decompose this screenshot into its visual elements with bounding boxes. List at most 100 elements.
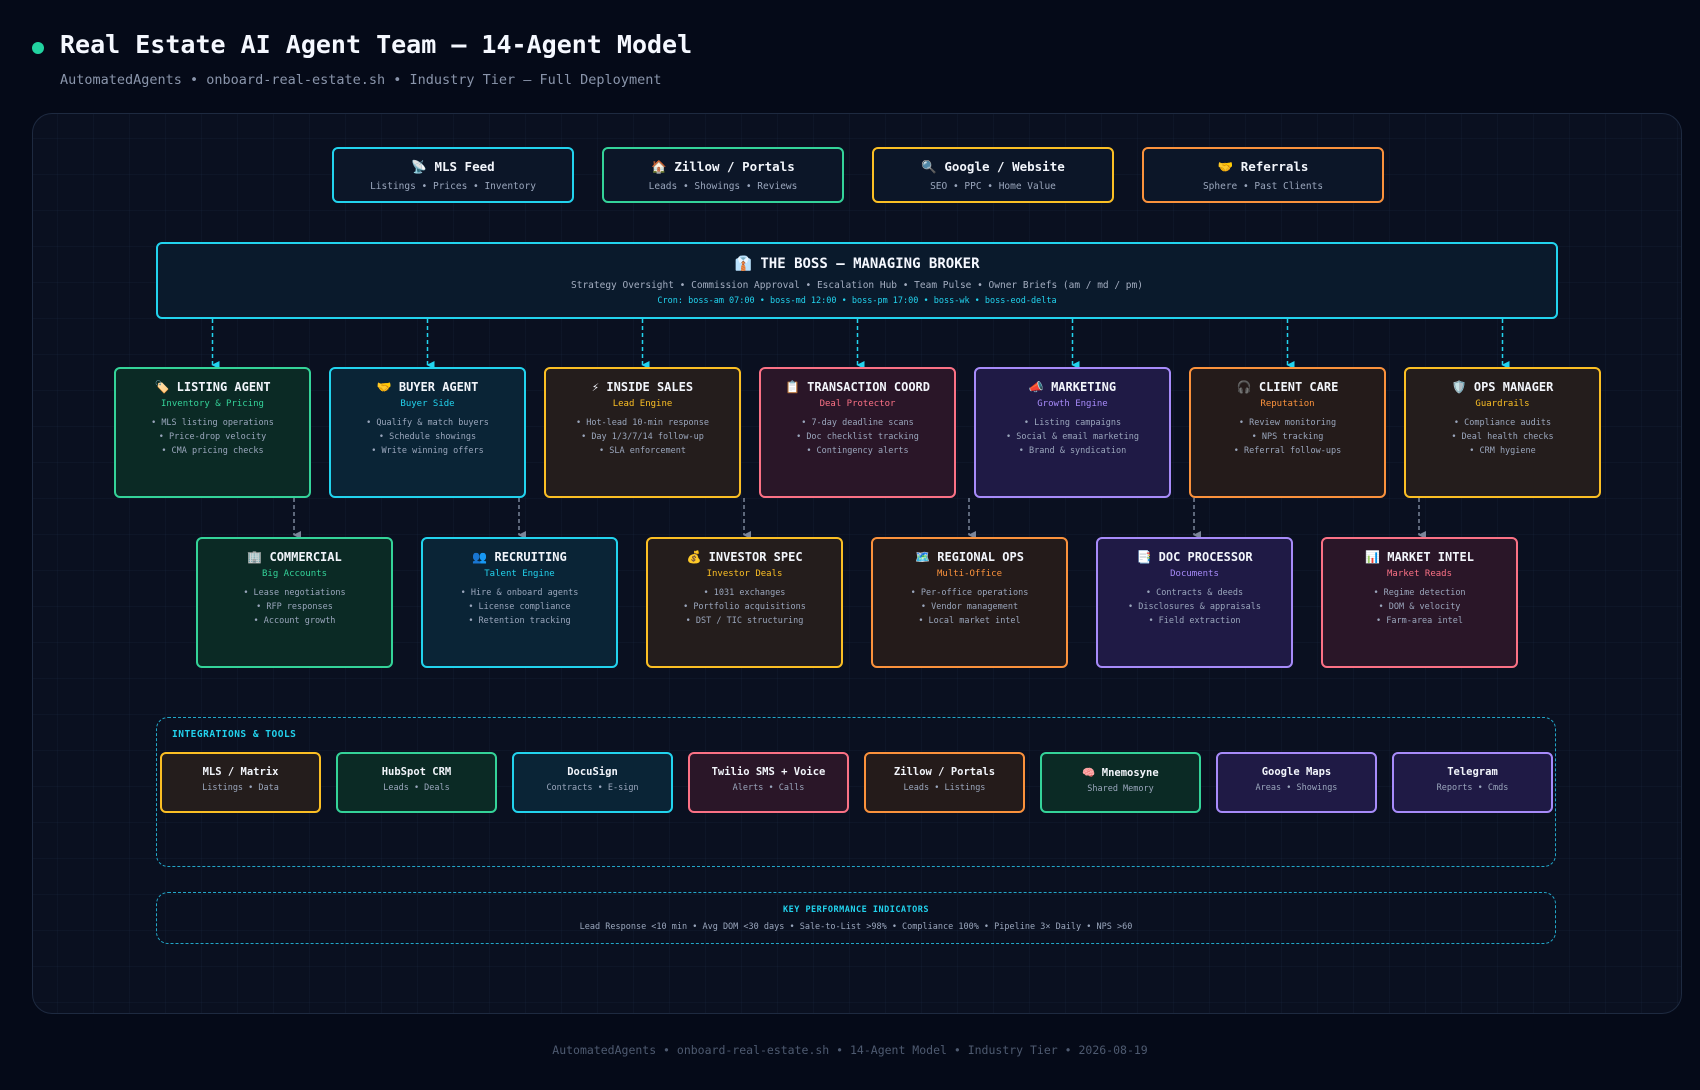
- agent-title: 📑 DOC PROCESSOR: [1098, 550, 1291, 564]
- agent-duty-item: • DOM & velocity: [1378, 602, 1461, 612]
- tool-twilio-sms-voice[interactable]: Twilio SMS + Voice Alerts • Calls: [688, 752, 849, 813]
- tool-title: Zillow / Portals: [866, 766, 1023, 778]
- agent-duty-item: • 1031 exchanges: [703, 588, 786, 598]
- source-zillow-portals[interactable]: 🏠 Zillow / Portals Leads • Showings • Rev…: [602, 147, 844, 203]
- money-bag-icon: 💰: [686, 550, 702, 564]
- agent-card-recruiting[interactable]: 👥 RECRUITING Talent Engine • Hire & onboar…: [421, 537, 618, 668]
- agent-card-commercial[interactable]: 🏢 COMMERCIAL Big Accounts • Lease negotiat…: [196, 537, 393, 668]
- tool-label: MLS / Matrix: [202, 766, 279, 778]
- agent-card-ops-manager[interactable]: 🛡️ OPS MANAGER Guardrails • Compliance aud…: [1404, 367, 1601, 498]
- agent-duty-item: • Contingency alerts: [806, 446, 909, 456]
- source-google-website[interactable]: 🔍 Google / Website SEO • PPC • Home Value: [872, 147, 1114, 203]
- agent-duty-item: • Disclosures & appraisals: [1127, 602, 1262, 612]
- agent-duty-item: • Account growth: [253, 616, 336, 626]
- source-sub: SEO • PPC • Home Value: [930, 181, 1056, 192]
- documents-icon: 📑: [1136, 550, 1152, 564]
- agent-role: Investor Deals: [706, 569, 783, 579]
- agent-card-regional-ops[interactable]: 🗺️ REGIONAL OPS Multi-Office • Per-office …: [871, 537, 1068, 668]
- necktie-icon: 👔: [734, 256, 752, 272]
- agent-duty-item: • MLS listing operations: [151, 418, 274, 428]
- agent-title: 🤝 BUYER AGENT: [331, 380, 524, 394]
- agent-card-client-care[interactable]: 🎧 CLIENT CARE Reputation • Review monitori…: [1189, 367, 1386, 498]
- tool-title: Twilio SMS + Voice: [690, 766, 847, 778]
- tool-mls-matrix[interactable]: MLS / Matrix Listings • Data: [160, 752, 321, 813]
- source-title: 🔍 Google / Website: [874, 159, 1112, 175]
- agent-duty-item: • SLA enforcement: [599, 446, 686, 456]
- tool-sub: Leads • Listings: [903, 783, 986, 793]
- tool-telegram[interactable]: Telegram Reports • Cmds: [1392, 752, 1553, 813]
- agent-title: 🏷️ LISTING AGENT: [116, 380, 309, 394]
- boss-title: 👔 THE BOSS — MANAGING BROKER: [158, 256, 1556, 272]
- agent-duty-item: • Retention tracking: [468, 616, 571, 626]
- agent-card-doc-processor[interactable]: 📑 DOC PROCESSOR Documents • Contracts & de…: [1096, 537, 1293, 668]
- clipboard-icon: 📋: [784, 380, 800, 394]
- source-mls-feed[interactable]: 📡 MLS Feed Listings • Prices • Inventory: [332, 147, 574, 203]
- agent-card-inside-sales[interactable]: ⚡ INSIDE SALES Lead Engine • Hot-lead 10-m…: [544, 367, 741, 498]
- agent-duties: • Hire & onboard agents • License complia…: [423, 586, 616, 628]
- map-icon: 🗺️: [915, 550, 930, 564]
- agent-role: Big Accounts: [261, 569, 328, 579]
- tool-google-maps[interactable]: Google Maps Areas • Showings: [1216, 752, 1377, 813]
- agent-duty-item: • Review monitoring: [1238, 418, 1337, 428]
- agent-duty-item: • Write winning offers: [371, 446, 484, 456]
- agent-title-text: LISTING AGENT: [176, 380, 271, 394]
- kpi-panel: KEY PERFORMANCE INDICATORS Lead Response…: [156, 892, 1556, 944]
- agent-duty-item: • Referral follow-ups: [1233, 446, 1342, 456]
- source-label: Zillow / Portals: [674, 159, 795, 174]
- tool-hubspot-crm[interactable]: HubSpot CRM Leads • Deals: [336, 752, 497, 813]
- agent-duty-item: • NPS tracking: [1251, 432, 1324, 442]
- agent-duties: • Qualify & match buyers • Schedule showi…: [331, 416, 524, 458]
- agent-card-buyer-agent[interactable]: 🤝 BUYER AGENT Buyer Side • Qualify & match…: [329, 367, 526, 498]
- agent-card-transaction-coord[interactable]: 📋 TRANSACTION COORD Deal Protector • 7-day…: [759, 367, 956, 498]
- agent-duties: • Lease negotiations • RFP responses • Acc…: [198, 586, 391, 628]
- boss-cron: Cron: boss-am 07:00 • boss-md 12:00 • bo…: [657, 296, 1057, 306]
- agent-title: 📊 MARKET INTEL: [1323, 550, 1516, 564]
- tool-title: Telegram: [1394, 766, 1551, 778]
- agent-duty-item: • CRM hygiene: [1469, 446, 1536, 456]
- agent-duty-item: • Schedule showings: [378, 432, 477, 442]
- agent-duty-item: • Hot-lead 10-min response: [575, 418, 710, 428]
- agent-duty-item: • Doc checklist tracking: [796, 432, 919, 442]
- boss-card[interactable]: 👔 THE BOSS — MANAGING BROKER Strategy Ov…: [156, 242, 1558, 319]
- agent-duty-item: • Portfolio acquisitions: [683, 602, 806, 612]
- lightning-icon: ⚡: [591, 380, 600, 394]
- source-label: Google / Website: [944, 159, 1065, 174]
- tool-label: HubSpot CRM: [381, 766, 452, 778]
- agent-card-investor-spec[interactable]: 💰 INVESTOR SPEC Investor Deals • 1031 exch…: [646, 537, 843, 668]
- agent-title-text: DOC PROCESSOR: [1158, 550, 1253, 564]
- tool-title: MLS / Matrix: [162, 766, 319, 778]
- tool-sub: Listings • Data: [202, 783, 279, 793]
- agent-title-text: COMMERCIAL: [269, 550, 342, 564]
- tool-label: Telegram: [1447, 766, 1498, 778]
- source-title: 🏠 Zillow / Portals: [604, 159, 842, 175]
- agent-role: Reputation: [1260, 399, 1315, 409]
- tool-mnemosyne[interactable]: 🧠 Mnemosyne Shared Memory: [1040, 752, 1201, 813]
- agent-duty-item: • Hire & onboard agents: [460, 588, 579, 598]
- tool-docusign[interactable]: DocuSign Contracts • E-sign: [512, 752, 673, 813]
- kpi-text: Lead Response <10 min • Avg DOM <30 days…: [579, 922, 1133, 932]
- agent-title-text: RECRUITING: [494, 550, 567, 564]
- agent-card-listing-agent[interactable]: 🏷️ LISTING AGENT Inventory & Pricing • MLS…: [114, 367, 311, 498]
- agent-duty-item: • RFP responses: [256, 602, 333, 612]
- agent-duty-item: • CMA pricing checks: [161, 446, 264, 456]
- agent-title-text: BUYER AGENT: [398, 380, 479, 394]
- tool-sub: Areas • Showings: [1255, 783, 1338, 793]
- agent-card-marketing[interactable]: 📣 MARKETING Growth Engine • Listing campai…: [974, 367, 1171, 498]
- agent-duty-item: • Lease negotiations: [243, 588, 346, 598]
- tool-zillow-portals[interactable]: Zillow / Portals Leads • Listings: [864, 752, 1025, 813]
- tool-sub: Alerts • Calls: [732, 783, 805, 793]
- source-referrals[interactable]: 🤝 Referrals Sphere • Past Clients: [1142, 147, 1384, 203]
- headphones-icon: 🎧: [1236, 380, 1252, 394]
- megaphone-icon: 📣: [1028, 380, 1044, 394]
- agent-role: Lead Engine: [612, 399, 673, 409]
- agent-title: 💰 INVESTOR SPEC: [648, 550, 841, 564]
- agent-duties: • 1031 exchanges • Portfolio acquisitions…: [648, 586, 841, 628]
- agent-duty-item: • Field extraction: [1148, 616, 1241, 626]
- agent-title-text: INVESTOR SPEC: [708, 550, 803, 564]
- agent-card-market-intel[interactable]: 📊 MARKET INTEL Market Reads • Regime detec…: [1321, 537, 1518, 668]
- agent-title-text: TRANSACTION COORD: [807, 380, 930, 394]
- agent-duty-item: • DST / TIC structuring: [685, 616, 804, 626]
- agent-role: Market Reads: [1386, 569, 1453, 579]
- magnifier-icon: 🔍: [921, 159, 937, 174]
- agent-duty-item: • Vendor management: [920, 602, 1019, 612]
